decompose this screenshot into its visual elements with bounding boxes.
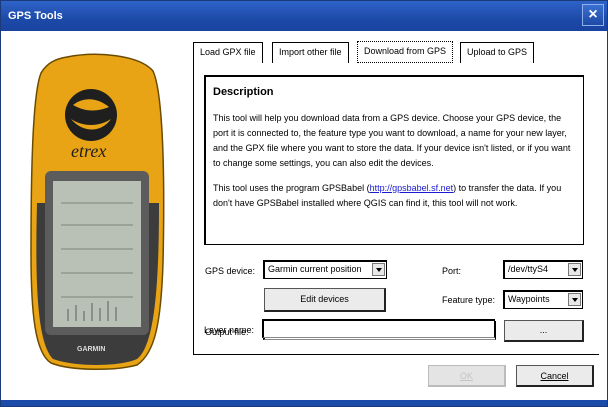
gps-device-image: etrex GARMIN <box>30 53 165 370</box>
feature-type-value: Waypoints <box>508 294 550 304</box>
browse-button[interactable]: ... <box>504 320 584 342</box>
title-bar: GPS Tools × <box>1 1 607 31</box>
gpsbabel-text-before: This tool uses the program GPSBabel ( <box>213 183 370 193</box>
description-text: This tool will help you download data fr… <box>213 113 571 168</box>
chevron-down-icon <box>372 263 385 276</box>
download-panel: Description This tool will help you down… <box>193 63 599 355</box>
window-bottom-border <box>1 400 607 406</box>
cancel-button[interactable]: Cancel <box>516 365 594 387</box>
tab-download-from-gps[interactable]: Download from GPS <box>357 41 454 63</box>
window-title: GPS Tools <box>8 10 63 22</box>
description-title: Description <box>213 86 274 98</box>
dialog-body: etrex GARMIN Load GPX file Import other … <box>1 31 607 406</box>
layer-name-input[interactable] <box>262 319 495 338</box>
close-button[interactable]: × <box>582 4 604 26</box>
edit-devices-button[interactable]: Edit devices <box>264 288 386 312</box>
tab-upload-to-gps[interactable]: Upload to GPS <box>460 42 535 63</box>
chevron-down-icon <box>568 263 581 276</box>
garmin-logo: GARMIN <box>77 346 105 353</box>
gps-device-select[interactable]: Garmin current position <box>263 260 387 279</box>
gps-device-label: GPS device: <box>205 266 256 276</box>
port-label: Port: <box>442 266 462 276</box>
chevron-down-icon <box>568 293 581 306</box>
etrex-logo: etrex <box>71 141 106 161</box>
feature-type-select[interactable]: Waypoints <box>503 290 583 309</box>
tab-import-other[interactable]: Import other file <box>272 42 349 63</box>
description-gpsbabel: This tool uses the program GPSBabel (htt… <box>213 181 575 211</box>
gpsbabel-link[interactable]: http://gpsbabel.sf.net <box>370 183 454 193</box>
port-select[interactable]: /dev/ttyS4 <box>503 260 583 279</box>
gps-tools-window: GPS Tools × etrex GARMIN Load GPX file I… <box>0 0 608 407</box>
gps-device-value: Garmin current position <box>268 264 362 274</box>
description-box: Description This tool will help you down… <box>204 75 584 245</box>
feature-type-label: Feature type: <box>442 295 496 305</box>
ok-button[interactable]: OK <box>428 365 506 387</box>
layer-name-label: Layer name: <box>204 325 255 335</box>
port-value: /dev/ttyS4 <box>508 264 549 274</box>
tab-load-gpx[interactable]: Load GPX file <box>193 42 263 63</box>
